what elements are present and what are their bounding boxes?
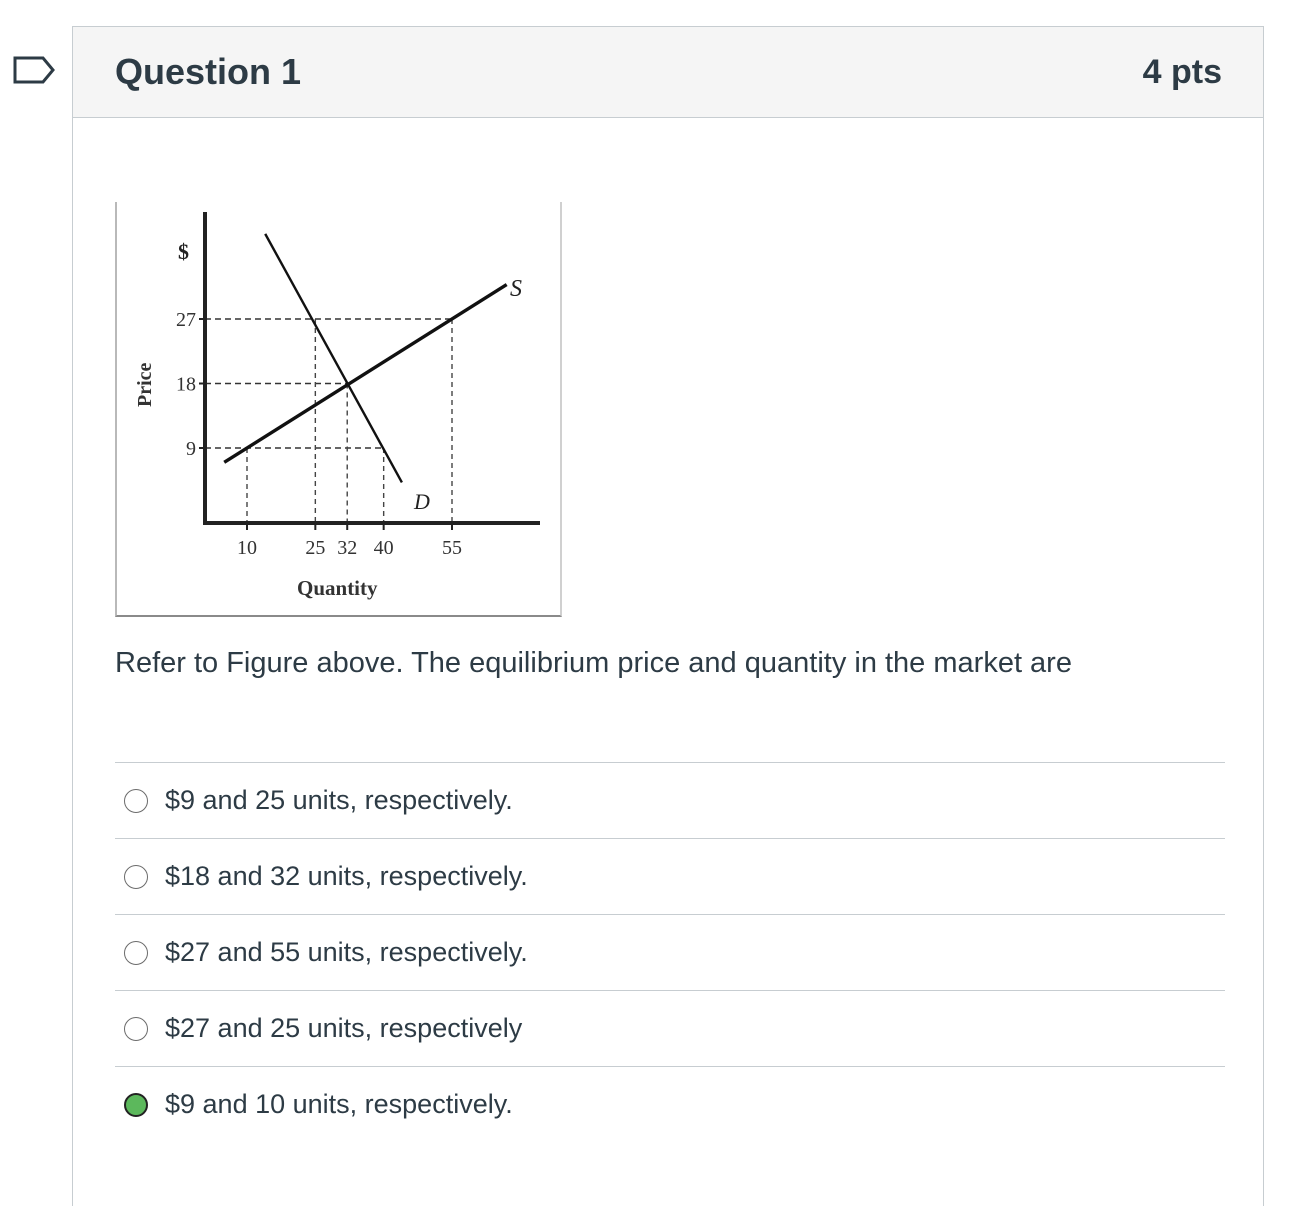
y-tick-label: 9 (186, 438, 196, 460)
answer-option[interactable]: $9 and 25 units, respectively. (115, 762, 1225, 838)
x-tick-label: 32 (337, 537, 357, 559)
question-card: Question 1 4 pts $ Price Quantity 9 18 27 1… (72, 26, 1264, 1206)
radio-unselected[interactable] (124, 788, 148, 813)
demand-curve-label: D (413, 489, 430, 514)
x-tick-label: 10 (237, 537, 257, 559)
demand-curve (264, 233, 403, 483)
supply-curve (223, 283, 508, 464)
x-tick-label: 25 (305, 537, 325, 559)
answer-label: $9 and 10 units, respectively. (165, 1089, 513, 1119)
answer-label: $27 and 25 units, respectively (165, 1013, 523, 1043)
supply-curve-label: S (510, 276, 522, 302)
answer-option[interactable]: $27 and 55 units, respectively. (115, 914, 1225, 990)
y-tick-label: 27 (176, 309, 196, 331)
y-tick-label: 18 (176, 374, 196, 396)
answer-label: $18 and 32 units, respectively. (165, 861, 528, 891)
supply-demand-chart: $ Price Quantity 9 18 27 10 25 32 40 55 D S (134, 212, 540, 600)
radio-selected[interactable] (124, 1092, 148, 1117)
question-text: Refer to Figure above. The equilibrium p… (115, 647, 1072, 679)
answer-label: $9 and 25 units, respectively. (165, 785, 513, 815)
answer-list: $9 and 25 units, respectively. $18 and 32… (115, 762, 1225, 1142)
answer-option[interactable]: $9 and 10 units, respectively. (115, 1066, 1225, 1142)
x-tick-label: 40 (374, 537, 394, 559)
y-unit-label: $ (178, 239, 189, 264)
answer-label: $27 and 55 units, respectively. (165, 937, 528, 967)
flag-question-icon[interactable] (12, 55, 56, 85)
question-points: 4 pts (1142, 52, 1222, 91)
answer-option[interactable]: $18 and 32 units, respectively. (115, 838, 1225, 914)
question-title: Question 1 (115, 51, 302, 92)
answer-option[interactable]: $27 and 25 units, respectively (115, 990, 1225, 1066)
supply-demand-figure: $ Price Quantity 9 18 27 10 25 32 40 55 D S (115, 202, 562, 617)
x-axis-label: Quantity (297, 576, 378, 600)
question-header: Question 1 4 pts (73, 27, 1263, 118)
radio-unselected[interactable] (124, 1016, 148, 1041)
radio-unselected[interactable] (124, 864, 148, 889)
radio-unselected[interactable] (124, 940, 148, 965)
y-axis-label: Price (134, 362, 156, 407)
x-tick-label: 55 (442, 537, 462, 559)
